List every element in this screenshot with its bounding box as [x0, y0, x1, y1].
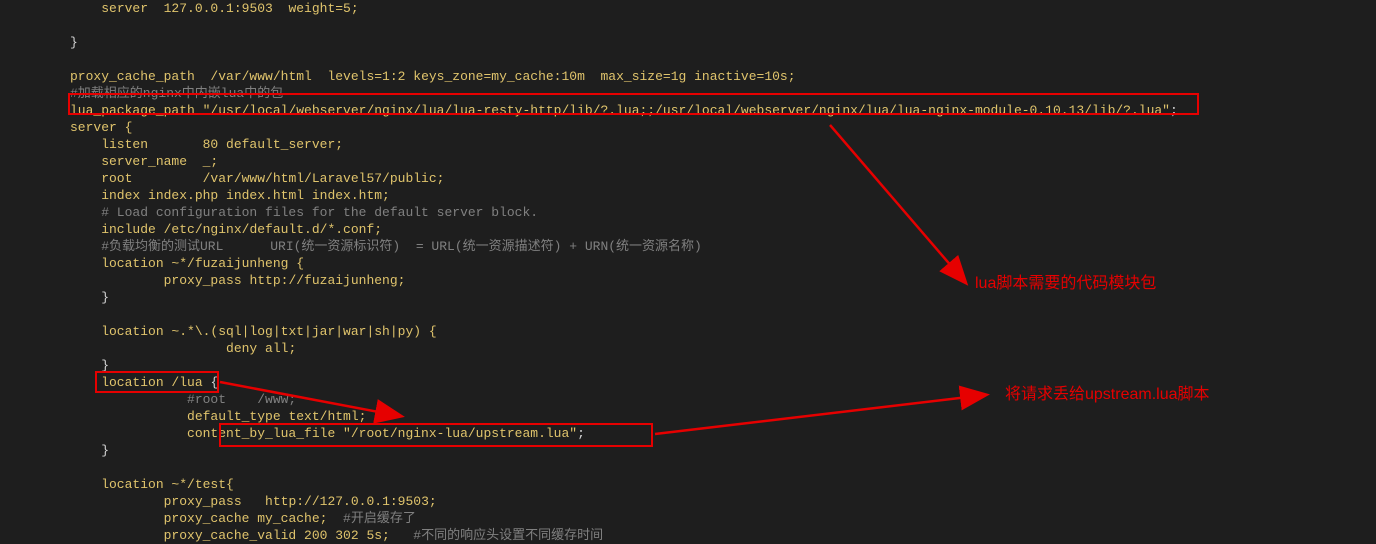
code-line: proxy_pass http://127.0.0.1:9503;	[70, 494, 437, 509]
code-line: server {	[70, 120, 132, 135]
code-line: }	[70, 358, 109, 373]
code-line: proxy_cache my_cache; #开启缓存了	[70, 511, 416, 526]
code-line: #加载相应的nginx中内嵌lua中的包	[70, 86, 283, 101]
code-line: proxy_cache_valid 200 302 5s; #不同的响应头设置不…	[70, 528, 603, 543]
code-line: lua_package_path "/usr/local/webserver/n…	[70, 103, 1178, 118]
code-line: }	[70, 35, 78, 50]
code-line: location /lua {	[70, 375, 218, 390]
code-line: }	[70, 443, 109, 458]
code-line: server 127.0.0.1:9503 weight=5;	[70, 1, 359, 16]
code-line: content_by_lua_file "/root/nginx-lua/ups…	[70, 426, 585, 441]
code-line: index index.php index.html index.htm;	[70, 188, 390, 203]
code-line: default_type text/html;	[70, 409, 366, 424]
code-line: listen 80 default_server;	[70, 137, 343, 152]
code-line: # Load configuration files for the defau…	[70, 205, 538, 220]
code-line: }	[70, 290, 109, 305]
nginx-config-code: server 127.0.0.1:9503 weight=5; } proxy_…	[0, 0, 1178, 544]
annotation-text-2: 将请求丢给upstream.lua脚本	[1005, 386, 1210, 403]
code-line: deny all;	[70, 341, 296, 356]
code-line: location ~*/test{	[70, 477, 234, 492]
code-line: include /etc/nginx/default.d/*.conf;	[70, 222, 382, 237]
code-line: root /var/www/html/Laravel57/public;	[70, 171, 444, 186]
code-line: proxy_pass http://fuzaijunheng;	[70, 273, 405, 288]
code-line: #root /www;	[70, 392, 296, 407]
code-line: proxy_cache_path /var/www/html levels=1:…	[70, 69, 796, 84]
code-line: location ~*/fuzaijunheng {	[70, 256, 304, 271]
code-line: location ~.*\.(sql|log|txt|jar|war|sh|py…	[70, 324, 437, 339]
code-line: server_name _;	[70, 154, 218, 169]
code-line: #负载均衡的测试URL URI(统一资源标识符) = URL(统一资源描述符) …	[70, 239, 702, 254]
annotation-text-1: lua脚本需要的代码模块包	[975, 275, 1156, 292]
